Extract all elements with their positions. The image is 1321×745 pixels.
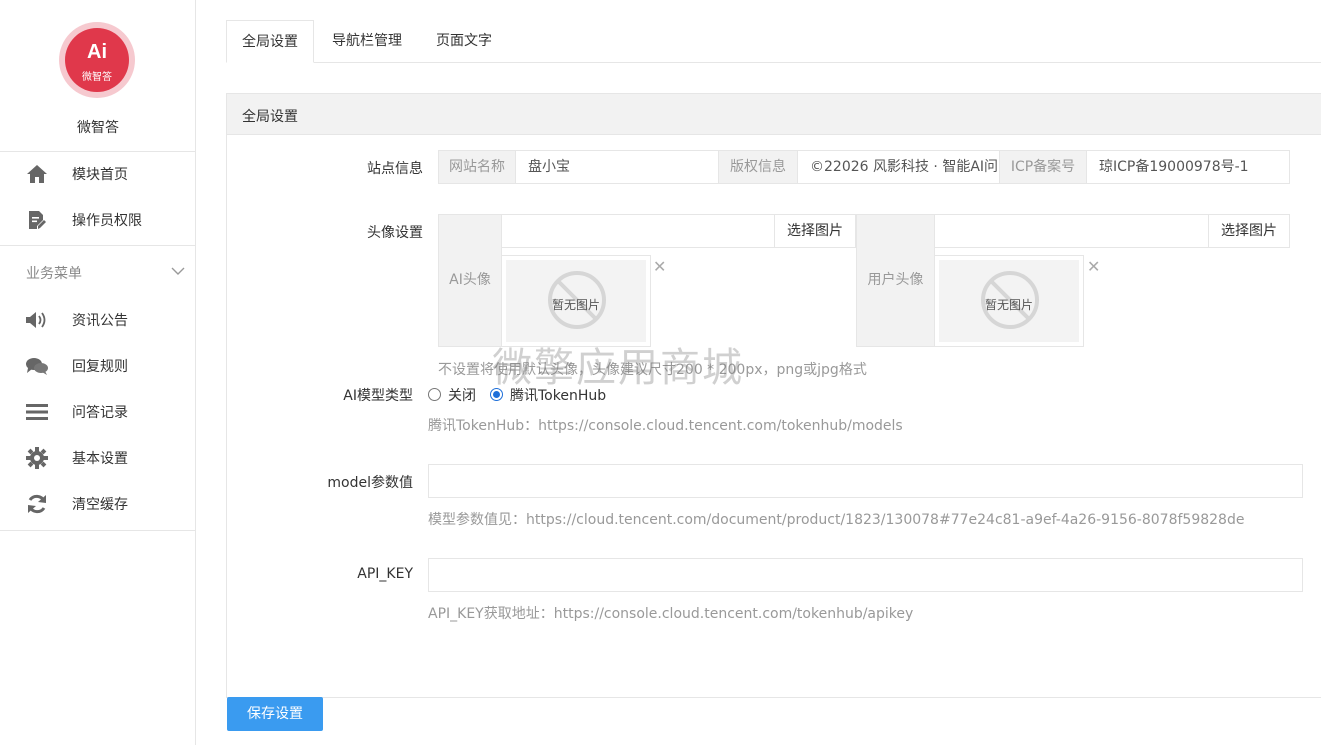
api-key-help-text: API_KEY获取地址：https://console.cloud.tencen… xyxy=(428,606,914,622)
sidebar-item-home[interactable]: 模块首页 xyxy=(0,151,196,197)
ai-avatar-preview: 暂无图片 xyxy=(501,255,651,347)
app-name: 微智答 xyxy=(77,120,119,136)
close-icon[interactable]: ✕ xyxy=(653,259,666,275)
sidebar-item-label: 操作员权限 xyxy=(72,213,142,229)
ai-avatar-input[interactable] xyxy=(501,214,776,248)
panel-header: 全局设置 xyxy=(227,94,1321,135)
home-icon xyxy=(25,162,49,186)
user-avatar-choose-button[interactable]: 选择图片 xyxy=(1208,214,1290,248)
chevron-down-icon xyxy=(171,264,185,278)
divider xyxy=(0,530,196,531)
model-param-input[interactable] xyxy=(428,464,1303,498)
avatar-help-text: 不设置将使用默认头像，头像建议尺寸200 * 200px，png或jpg格式 xyxy=(438,362,867,378)
site-name-input[interactable]: 盘小宝 xyxy=(515,150,719,184)
tab-page-text[interactable]: 页面文字 xyxy=(422,20,506,63)
model-type-help-text: 腾讯TokenHub：https://console.cloud.tencent… xyxy=(428,418,903,434)
model-type-tokenhub-label: 腾讯TokenHub xyxy=(510,388,607,404)
model-param-label: model参数值 xyxy=(327,475,413,491)
document-edit-icon xyxy=(25,208,49,232)
user-avatar-preview: 暂无图片 xyxy=(934,255,1084,347)
ai-avatar-choose-button[interactable]: 选择图片 xyxy=(774,214,856,248)
sidebar-item-label: 基本设置 xyxy=(72,451,128,467)
icp-input[interactable]: 琼ICP备19000978号-1 xyxy=(1086,150,1290,184)
sidebar-item-qa-records[interactable]: 问答记录 xyxy=(0,389,196,435)
sidebar-item-reply-rules[interactable]: 回复规则 xyxy=(0,343,196,389)
no-image-text: 暂无图片 xyxy=(551,298,600,312)
copyright-addon: 版权信息 xyxy=(718,150,798,184)
list-icon xyxy=(25,400,49,424)
sidebar-group-label: 业务菜单 xyxy=(26,266,82,282)
divider xyxy=(0,245,196,246)
model-type-label: AI模型类型 xyxy=(343,388,413,404)
settings-tabs: 全局设置 导航栏管理 页面文字 xyxy=(226,20,1321,63)
close-icon[interactable]: ✕ xyxy=(1087,259,1100,275)
no-image-text: 暂无图片 xyxy=(984,298,1033,312)
user-avatar-addon: 用户头像 xyxy=(856,214,935,347)
site-info-label: 站点信息 xyxy=(367,161,423,177)
sidebar-group-business-menu[interactable]: 业务菜单 xyxy=(0,258,196,286)
model-type-off-radio[interactable] xyxy=(428,388,441,401)
sidebar-item-label: 问答记录 xyxy=(72,405,128,421)
api-key-label: API_KEY xyxy=(357,566,413,582)
sidebar: Ai 微智答 微智答 模块首页 操作员权限 业务菜单 资讯公告 回复规则 问答记… xyxy=(0,0,196,745)
avatar-settings-label: 头像设置 xyxy=(367,225,423,241)
sidebar-item-label: 模块首页 xyxy=(72,167,128,183)
copyright-input[interactable]: ©22026 风影科技 · 智能AI问 xyxy=(797,150,1000,184)
ai-avatar-addon: AI头像 xyxy=(438,214,502,347)
panel-title: 全局设置 xyxy=(242,109,298,125)
chat-bubbles-icon xyxy=(25,354,49,378)
site-name-addon: 网站名称 xyxy=(438,150,516,184)
sidebar-item-operator-permissions[interactable]: 操作员权限 xyxy=(0,197,196,243)
sidebar-item-clear-cache[interactable]: 清空缓存 xyxy=(0,481,196,527)
model-type-tokenhub-radio[interactable] xyxy=(490,388,503,401)
user-avatar-input[interactable] xyxy=(934,214,1210,248)
sidebar-item-basic-settings[interactable]: 基本设置 xyxy=(0,435,196,481)
sidebar-item-label: 资讯公告 xyxy=(72,313,128,329)
sidebar-item-label: 清空缓存 xyxy=(72,497,128,513)
tab-nav-management[interactable]: 导航栏管理 xyxy=(318,20,416,63)
gear-icon xyxy=(25,446,49,470)
refresh-icon xyxy=(25,492,49,516)
save-settings-button[interactable]: 保存设置 xyxy=(227,697,323,731)
sidebar-item-label: 回复规则 xyxy=(72,359,128,375)
api-key-input[interactable] xyxy=(428,558,1303,592)
logo-subtext: 微智答 xyxy=(82,72,112,83)
icp-addon: ICP备案号 xyxy=(999,150,1087,184)
model-type-off-label: 关闭 xyxy=(448,388,476,404)
app-logo: Ai 微智答 xyxy=(59,22,135,98)
speaker-icon xyxy=(25,308,49,332)
tab-global-settings[interactable]: 全局设置 xyxy=(226,20,314,63)
model-param-help-text: 模型参数值见：https://cloud.tencent.com/documen… xyxy=(428,512,1245,528)
sidebar-item-announcements[interactable]: 资讯公告 xyxy=(0,297,196,343)
logo-text: Ai xyxy=(87,41,107,63)
